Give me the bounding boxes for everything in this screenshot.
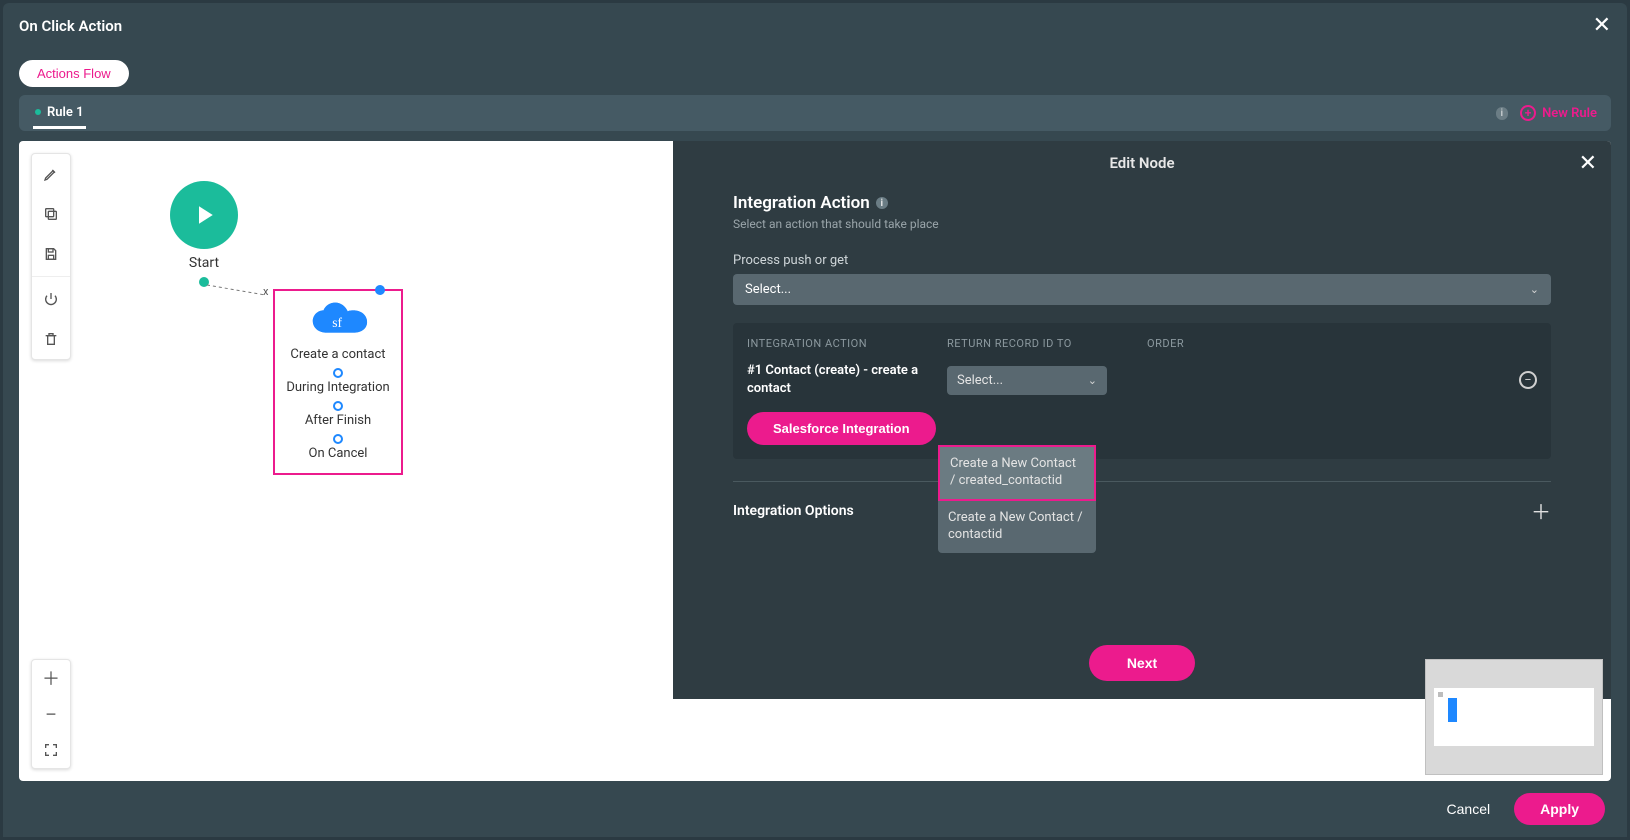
salesforce-integration-button[interactable]: Salesforce Integration [747, 412, 936, 445]
rule-tab-label: Rule 1 [47, 105, 84, 120]
return-record-select[interactable]: Select... ⌄ [947, 366, 1107, 395]
start-node[interactable]: Start [159, 181, 249, 287]
node-port-2-icon[interactable] [333, 401, 343, 411]
edit-icon[interactable] [32, 154, 70, 194]
zoom-in-icon[interactable]: ＋ [32, 660, 70, 696]
node-stage-3: On Cancel [309, 446, 368, 461]
minimap[interactable] [1425, 659, 1603, 775]
edit-panel-body: Integration Action i Select an action th… [673, 185, 1611, 699]
trash-icon[interactable] [32, 319, 70, 359]
svg-text:sf: sf [332, 315, 342, 330]
col-integration-action: INTEGRATION ACTION [747, 337, 947, 350]
integration-action-table: INTEGRATION ACTION RETURN RECORD ID TO O… [733, 323, 1551, 459]
expand-plus-icon[interactable]: ＋ [1531, 496, 1551, 525]
start-output-port-icon[interactable] [199, 277, 209, 287]
apply-button[interactable]: Apply [1514, 793, 1605, 825]
flow-canvas[interactable]: ＋ − Start x sf [19, 141, 1611, 781]
modal-header: On Click Action ✕ [3, 3, 1627, 48]
col-order: ORDER [1147, 337, 1307, 350]
plus-circle-icon: + [1520, 105, 1536, 121]
return-record-dropdown: Create a New Contact / created_contactid… [938, 445, 1096, 553]
zoom-out-icon[interactable]: − [32, 696, 70, 732]
new-rule-label: New Rule [1542, 106, 1597, 121]
process-select-value: Select... [745, 282, 791, 297]
power-icon[interactable] [32, 279, 70, 319]
on-click-action-modal: On Click Action ✕ Actions Flow Rule 1 i … [3, 3, 1627, 837]
close-icon[interactable]: ✕ [1593, 13, 1611, 38]
node-stage-2: After Finish [305, 413, 371, 428]
section-subtitle: Select an action that should take place [733, 217, 1551, 231]
modal-footer: Cancel Apply [3, 781, 1627, 837]
node-stage-1: During Integration [286, 380, 389, 395]
table-row: #1 Contact (create) - create a contact S… [747, 362, 1537, 398]
node-title: Create a contact [290, 347, 385, 362]
info-badge-icon[interactable]: i [1496, 107, 1508, 120]
canvas-zoom-rail: ＋ − [31, 659, 71, 769]
salesforce-node[interactable]: sf Create a contact During Integration A… [273, 289, 403, 475]
rules-bar: Rule 1 i + New Rule [19, 95, 1611, 131]
next-button[interactable]: Next [1089, 645, 1195, 681]
process-field-label: Process push or get [733, 253, 1551, 268]
process-select[interactable]: Select... ⌄ [733, 274, 1551, 305]
minimap-viewport [1434, 688, 1594, 746]
node-port-3-icon[interactable] [333, 434, 343, 444]
modal-title: On Click Action [19, 17, 122, 35]
node-port-1-icon[interactable] [333, 368, 343, 378]
dropdown-option-2[interactable]: Create a New Contact / contactid [938, 501, 1096, 553]
rule-tab-1[interactable]: Rule 1 [33, 98, 86, 129]
section-title-text: Integration Action [733, 193, 870, 213]
integration-options-row[interactable]: Integration Options ＋ [733, 482, 1551, 525]
rule-active-dot-icon [35, 109, 41, 115]
info-icon[interactable]: i [876, 197, 888, 209]
edit-panel-title: Edit Node [1109, 154, 1174, 172]
action-name: #1 Contact (create) - create a contact [747, 362, 947, 398]
copy-icon[interactable] [32, 194, 70, 234]
col-return-record: RETURN RECORD ID TO [947, 337, 1147, 350]
cancel-button[interactable]: Cancel [1447, 801, 1491, 817]
minimap-node-bar [1448, 698, 1457, 722]
edit-node-panel: Edit Node ✕ Integration Action i Select … [673, 141, 1611, 699]
return-record-select-value: Select... [957, 373, 1003, 388]
new-rule-button[interactable]: + New Rule [1520, 105, 1597, 121]
chevron-down-icon: ⌄ [1530, 283, 1539, 296]
fullscreen-icon[interactable] [32, 732, 70, 768]
chevron-down-icon: ⌄ [1088, 374, 1097, 387]
canvas-tool-rail [31, 153, 71, 360]
salesforce-cloud-icon: sf [307, 301, 369, 341]
section-title: Integration Action i [733, 193, 1551, 213]
toolbar: Actions Flow [3, 48, 1627, 95]
svg-text:x: x [263, 285, 269, 298]
integration-options-label: Integration Options [733, 503, 854, 519]
rules-bar-right: i + New Rule [1496, 105, 1597, 121]
dropdown-option-1[interactable]: Create a New Contact / created_contactid [938, 445, 1096, 501]
actions-flow-button[interactable]: Actions Flow [19, 60, 129, 87]
close-icon[interactable]: ✕ [1579, 151, 1597, 176]
minimap-start-dot [1438, 692, 1443, 697]
edit-panel-header: Edit Node ✕ [673, 141, 1611, 185]
table-header-row: INTEGRATION ACTION RETURN RECORD ID TO O… [747, 337, 1537, 350]
node-input-port-icon[interactable] [375, 285, 385, 295]
start-label: Start [189, 255, 219, 271]
play-icon [170, 181, 238, 249]
save-icon[interactable] [32, 234, 70, 274]
remove-row-icon[interactable]: − [1519, 371, 1537, 389]
